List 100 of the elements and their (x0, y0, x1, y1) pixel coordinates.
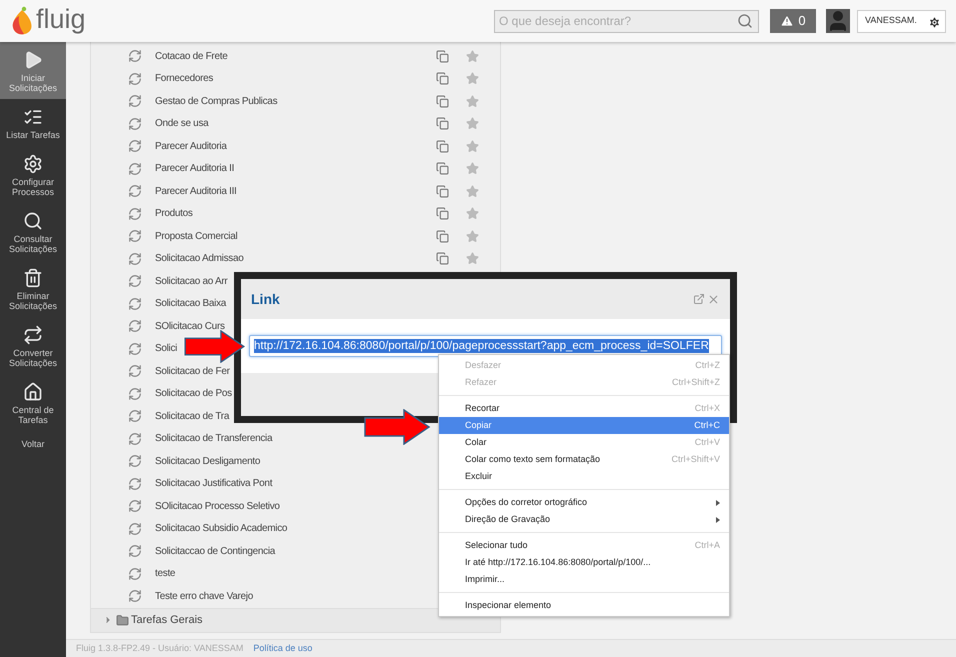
menu-item[interactable]: Inspecionar elemento (439, 597, 729, 614)
star-icon[interactable] (466, 72, 479, 86)
star-icon[interactable] (466, 184, 479, 198)
process-link[interactable]: Gestao de Compras Publicas (155, 94, 278, 109)
sidebar-item[interactable]: Eliminar Solicitações (0, 260, 66, 317)
process-link[interactable]: SOlicitacao Processo Seletivo (155, 498, 280, 514)
cycle-arrows-icon (128, 116, 142, 131)
cycle-arrows-icon (128, 342, 142, 356)
star-icon[interactable] (466, 140, 479, 153)
dialog-title: Link (251, 290, 280, 308)
alerts-button[interactable]: 0 (770, 9, 816, 33)
search-icon[interactable] (737, 13, 753, 29)
star-icon[interactable] (466, 207, 479, 220)
process-link[interactable]: Solicitacao de Fer (155, 364, 230, 379)
star-icon[interactable] (466, 94, 479, 108)
user-menu[interactable]: VANESSAM. (857, 10, 946, 32)
process-link[interactable]: Parecer Auditoria III (155, 184, 237, 199)
menu-item[interactable]: Excluir (439, 468, 729, 485)
process-link[interactable]: Cotacao de Frete (155, 48, 228, 64)
search-field[interactable]: O que deseja encontrar? (494, 10, 759, 32)
copy-icon[interactable] (436, 94, 449, 108)
star-icon[interactable] (466, 252, 479, 266)
menu-item[interactable]: Ir até http://172.16.104.86:8080/portal/p/100/... (439, 554, 729, 571)
cycle-arrows-icon (128, 364, 142, 378)
copy-icon[interactable] (436, 230, 449, 243)
process-link[interactable]: Parecer Auditoria (155, 138, 227, 154)
sidebar-item[interactable]: Configurar Processos (0, 146, 66, 203)
copy-icon[interactable] (436, 184, 449, 198)
cycle-arrows-icon (128, 229, 142, 244)
copy-icon[interactable] (436, 50, 449, 63)
process-link[interactable]: Fornecedores (155, 71, 214, 86)
process-link[interactable]: Proposta Comercial (155, 228, 238, 244)
gear-icon[interactable] (928, 16, 941, 28)
cycle-arrows-icon (128, 476, 142, 491)
house-icon (23, 382, 43, 402)
cycle-arrows-icon (128, 184, 142, 198)
submenu-arrow-icon (716, 500, 720, 506)
process-link[interactable]: Solicitacao de Pos (155, 386, 232, 402)
sidebar-item[interactable]: Consultar Solicitações (0, 203, 66, 260)
process-link[interactable]: Solicitacao Baixa (155, 296, 226, 312)
close-icon[interactable] (707, 292, 720, 306)
gear-icon (23, 154, 43, 174)
copy-icon[interactable] (436, 252, 449, 266)
process-link[interactable]: Teste erro chave Varejo (155, 588, 253, 604)
trash-icon (23, 268, 43, 288)
warning-icon (780, 14, 794, 28)
sidebar-item[interactable]: Converter Solicitações (0, 317, 66, 374)
cycle-arrows-icon (128, 49, 142, 64)
copy-icon[interactable] (436, 117, 449, 130)
copy-icon[interactable] (436, 207, 449, 220)
folder-icon (116, 614, 129, 626)
process-link[interactable]: Solicitacao Admissao (155, 251, 244, 266)
process-link[interactable]: Onde se usa (155, 116, 208, 132)
logo-text: fluig (36, 6, 86, 32)
menu-item[interactable]: Colar como texto sem formatação Ctrl+Shift+V (439, 451, 729, 468)
group-label[interactable]: Tarefas Gerais (131, 612, 203, 628)
process-link[interactable]: Solicitacao de Tra (155, 408, 230, 424)
cycle-arrows-icon (128, 454, 142, 468)
cycle-arrows-icon (128, 94, 142, 108)
menu-item[interactable]: Colar Ctrl+V (439, 434, 729, 451)
sidebar-item[interactable]: Voltar (0, 431, 66, 455)
sidebar-item[interactable]: Central de Tarefas (0, 374, 66, 431)
search-input[interactable]: O que deseja encontrar? (495, 12, 732, 30)
cycle-arrows-icon (128, 589, 142, 604)
policy-link[interactable]: Política de uso (253, 642, 312, 656)
star-icon[interactable] (466, 50, 479, 63)
menu-item[interactable]: Recortar Ctrl+X (439, 400, 729, 417)
process-link[interactable]: Produtos (155, 206, 193, 222)
process-link[interactable]: teste (155, 566, 176, 582)
avatar[interactable] (826, 9, 850, 33)
process-link[interactable]: Parecer Auditoria II (155, 161, 234, 176)
star-icon[interactable] (466, 162, 479, 176)
menu-item[interactable]: Opções do corretor ortográfico (439, 494, 729, 511)
external-link-icon[interactable] (693, 293, 705, 305)
star-icon[interactable] (466, 230, 479, 243)
sidebar-item[interactable]: Iniciar Solicitações (0, 42, 66, 99)
process-link[interactable]: SOlicitacao Curs (155, 318, 225, 334)
copy-icon[interactable] (436, 162, 449, 176)
copy-icon[interactable] (436, 140, 449, 153)
star-icon[interactable] (466, 117, 479, 130)
menu-item[interactable]: Imprimir... (439, 571, 729, 588)
process-link[interactable]: Solicitacao Desligamento (155, 454, 260, 469)
cycle-arrows-icon (128, 206, 142, 221)
process-link[interactable]: Solicitacao de Transferencia (155, 431, 272, 446)
footer-text: Fluig 1.3.8-FP2.49 - Usuário: VANESSAM (76, 642, 244, 655)
process-link[interactable]: Solicitacao Subsidio Academico (155, 521, 288, 536)
cycle-arrows-icon (128, 274, 142, 288)
process-link[interactable]: Solicitacao ao Arr (155, 274, 228, 289)
cycle-arrows-icon (128, 252, 142, 266)
copy-icon[interactable] (436, 72, 449, 86)
sidebar-item[interactable]: Listar Tarefas (0, 99, 66, 146)
process-link[interactable]: Solici (155, 341, 178, 356)
process-link[interactable]: Solicitaccao de Contingencia (155, 544, 276, 559)
cycle-arrows-icon (128, 162, 142, 176)
search-icon (23, 211, 43, 231)
cycle-arrows-icon (128, 544, 142, 558)
menu-item[interactable]: Direção de Gravação (439, 511, 729, 528)
process-link[interactable]: Solicitacao Justificativa Pont (155, 476, 272, 492)
menu-item[interactable]: Selecionar tudo Ctrl+A (439, 537, 729, 554)
menu-item[interactable]: Copiar Ctrl+C (439, 417, 729, 434)
